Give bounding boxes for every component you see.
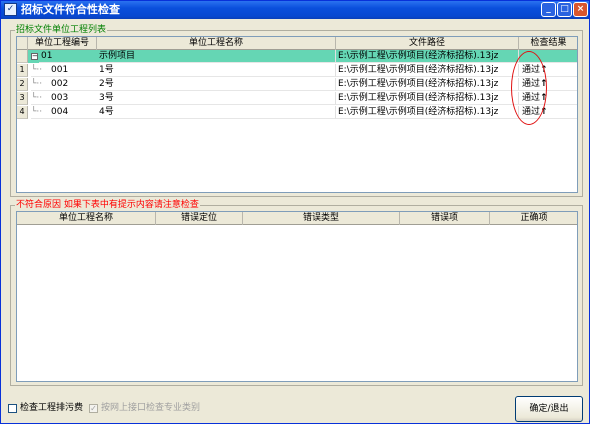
confirm-exit-button[interactable]: 确定/退出 [515, 396, 583, 422]
main-window: ✓ 招标文件符合性检查 _ □ × 招标文件单位工程列表 单位工程编号 单位工程… [0, 0, 590, 424]
check-fee-checkbox[interactable] [8, 404, 17, 413]
row-number: 1 [17, 64, 28, 77]
column-header[interactable]: 错误定位 [156, 212, 243, 225]
column-header[interactable]: 单位工程编号 [28, 37, 97, 50]
unit-code-cell: 001 [49, 64, 97, 77]
column-header[interactable]: 文件路径 [336, 37, 519, 50]
annotation-ellipse [511, 51, 547, 125]
file-path-cell: E:\示例工程\示例项目(经济标招标).13jz [336, 106, 519, 119]
file-path-cell: E:\示例工程\示例项目(经济标招标).13jz [336, 92, 519, 105]
row-number [17, 50, 28, 63]
file-path-cell: E:\示例工程\示例项目(经济标招标).13jz [336, 64, 519, 77]
unit-name-cell: 示例项目 [97, 50, 336, 63]
row-number-header [17, 37, 28, 50]
unit-name-cell: 1号 [97, 64, 336, 77]
unit-project-list-group: 招标文件单位工程列表 单位工程编号 单位工程名称 文件路径 检查结果 − 01 … [10, 25, 583, 197]
error-grid-header: 单位工程名称 错误定位 错误类型 错误项 正确项 [17, 212, 577, 225]
collapse-icon[interactable]: − [31, 53, 38, 60]
unit-project-grid[interactable]: 单位工程编号 单位工程名称 文件路径 检查结果 − 01 示例项目 E:\示例工… [16, 36, 578, 193]
title-bar[interactable]: ✓ 招标文件符合性检查 _ □ × [1, 1, 589, 19]
column-header[interactable]: 正确项 [490, 212, 577, 225]
unit-code-cell: 01 [39, 50, 97, 63]
window-title: 招标文件符合性检查 [21, 3, 120, 16]
online-check-label: 按网上接口检查专业类别 [101, 403, 201, 413]
error-grid[interactable]: 单位工程名称 错误定位 错误类型 错误项 正确项 [16, 211, 578, 382]
column-header[interactable]: 错误项 [400, 212, 490, 225]
unit-project-list-legend: 招标文件单位工程列表 [15, 25, 108, 36]
unit-code-cell: 002 [49, 78, 97, 91]
tree-line-icon: └·· [31, 78, 49, 91]
maximize-button[interactable]: □ [557, 2, 572, 17]
unit-code-cell: 004 [49, 106, 97, 119]
row-number: 3 [17, 92, 28, 105]
app-icon: ✓ [4, 3, 17, 16]
file-path-cell: E:\示例工程\示例项目(经济标招标).13jz [336, 50, 519, 63]
tree-line-icon: └·· [31, 92, 49, 105]
online-check-checkbox: ✓ [89, 404, 98, 413]
unit-code-cell: 003 [49, 92, 97, 105]
column-header[interactable]: 单位工程名称 [97, 37, 336, 50]
column-header[interactable]: 检查结果 [519, 37, 577, 50]
file-path-cell: E:\示例工程\示例项目(经济标招标).13jz [336, 78, 519, 91]
row-number: 4 [17, 106, 28, 119]
check-fee-label[interactable]: 检查工程排污费 [20, 403, 83, 414]
column-header[interactable]: 错误类型 [243, 212, 400, 225]
unit-name-cell: 4号 [97, 106, 336, 119]
table-row[interactable]: 1 └·· 001 1号 E:\示例工程\示例项目(经济标招标).13jz 通过… [17, 64, 577, 77]
row-number: 2 [17, 78, 28, 91]
unit-name-cell: 2号 [97, 78, 336, 91]
minimize-button[interactable]: _ [541, 2, 556, 17]
table-row-parent[interactable]: − 01 示例项目 E:\示例工程\示例项目(经济标招标).13jz [17, 50, 577, 63]
table-row[interactable]: 4 └·· 004 4号 E:\示例工程\示例项目(经济标招标).13jz 通过… [17, 106, 577, 119]
grid-header: 单位工程编号 单位工程名称 文件路径 检查结果 [17, 37, 577, 50]
column-header[interactable]: 单位工程名称 [17, 212, 156, 225]
non-compliance-group: 不符合原因 如果下表中有提示内容请注意检查 单位工程名称 错误定位 错误类型 错… [10, 200, 583, 386]
unit-name-cell: 3号 [97, 92, 336, 105]
tree-line-icon: └·· [31, 64, 49, 77]
table-row[interactable]: 3 └·· 003 3号 E:\示例工程\示例项目(经济标招标).13jz 通过… [17, 92, 577, 105]
non-compliance-legend: 不符合原因 如果下表中有提示内容请注意检查 [15, 200, 200, 211]
table-row[interactable]: 2 └·· 002 2号 E:\示例工程\示例项目(经济标招标).13jz 通过… [17, 78, 577, 91]
close-button[interactable]: × [573, 2, 588, 17]
tree-line-icon: └·· [31, 106, 49, 119]
